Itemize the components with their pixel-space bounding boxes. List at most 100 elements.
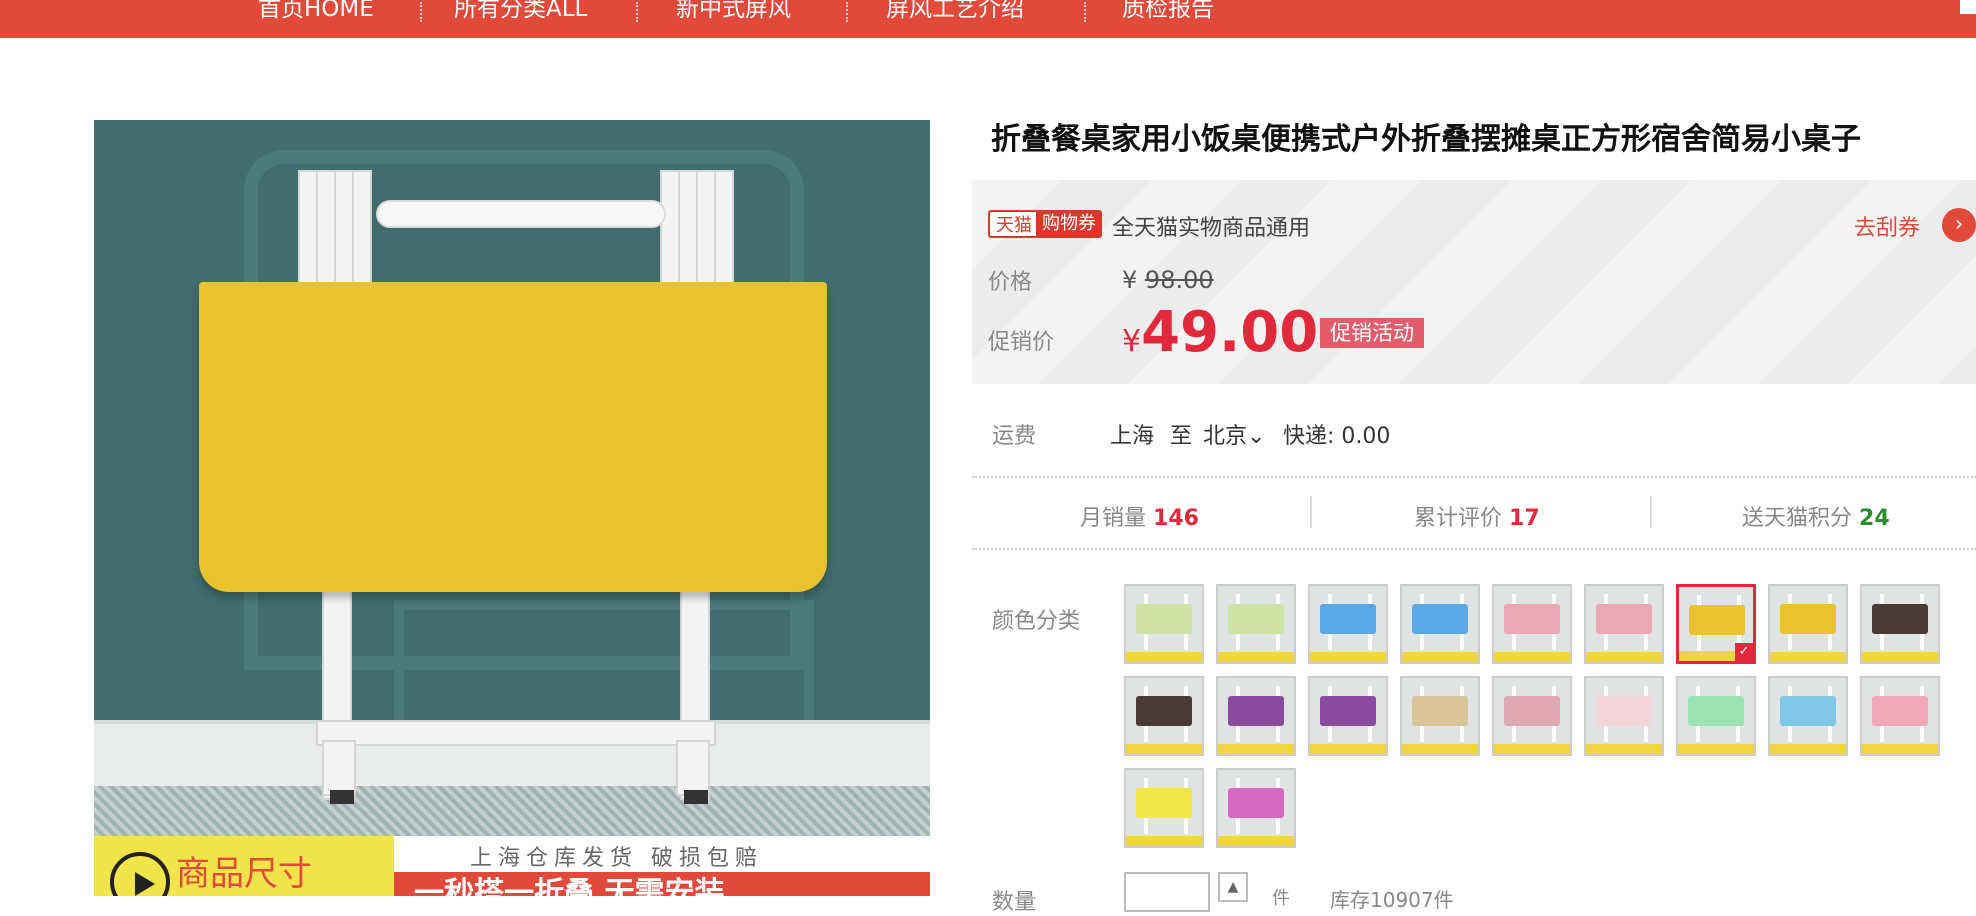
color-swatch[interactable] <box>1584 584 1664 664</box>
nav-item-all[interactable]: 所有分类ALL <box>454 0 587 28</box>
chevron-up-icon[interactable]: ▲ <box>1218 872 1248 902</box>
promo-tag[interactable]: 促销活动 <box>1320 318 1424 348</box>
shipping-destination-select[interactable]: 北京⌄ <box>1203 418 1265 450</box>
swatch-label-strip <box>1310 744 1386 754</box>
swatch-label-strip <box>1862 652 1938 662</box>
nav-item-report[interactable]: 质检报告 <box>1122 0 1214 28</box>
coupon-description: 全天猫实物商品通用 <box>1112 216 1311 241</box>
swatch-label-strip <box>1402 652 1478 662</box>
tmall-points-value: 24 <box>1859 506 1890 531</box>
swatch-label-strip <box>1126 744 1202 754</box>
get-coupon-link[interactable]: 去刮券 <box>1854 210 1920 242</box>
nav-item-new-chinese[interactable]: 新中式屏风 <box>676 0 791 28</box>
color-swatch[interactable] <box>1400 676 1480 756</box>
swatch-table-top <box>1689 605 1745 635</box>
promo-price-value: 49.00 <box>1141 300 1319 365</box>
color-swatch[interactable] <box>1860 584 1940 664</box>
nav-separator <box>1084 2 1086 22</box>
review-count[interactable]: 累计评价 17 <box>1414 500 1540 532</box>
window-edge <box>1960 0 1976 14</box>
swatch-table-top <box>1872 696 1928 726</box>
swatch-table-top <box>1228 604 1284 634</box>
tmall-badge: 天猫 <box>988 210 1040 238</box>
swatch-table-top <box>1596 604 1652 634</box>
coupon-badge: 购物券 <box>1036 210 1102 238</box>
table-top <box>199 282 827 592</box>
color-swatch[interactable] <box>1584 676 1664 756</box>
color-swatch[interactable] <box>1860 676 1940 756</box>
swatch-label-strip <box>1678 744 1754 754</box>
nav-separator <box>420 2 422 22</box>
divider <box>972 548 1976 550</box>
image-carpet <box>94 786 930 840</box>
original-price: ¥ 98.00 <box>1122 266 1214 294</box>
swatch-table-top <box>1228 788 1284 818</box>
promo-price: ¥49.00 <box>1122 300 1318 365</box>
color-swatch[interactable] <box>1124 768 1204 848</box>
swatch-label-strip <box>1586 652 1662 662</box>
image-banner-subtext: 上海仓库发货 破损包赔 <box>470 846 763 871</box>
monthly-sales: 月销量 146 <box>1080 500 1199 532</box>
price-panel: 天猫 购物券 全天猫实物商品通用 去刮券 › 价格 ¥ 98.00 促销价 ¥4… <box>972 180 1976 384</box>
swatch-label-strip <box>1770 744 1846 754</box>
play-video-icon[interactable] <box>110 852 170 896</box>
selected-check-icon: ✓ <box>1735 643 1753 661</box>
color-swatch[interactable] <box>1492 584 1572 664</box>
image-banner-left: 商品尺寸 <box>94 836 394 896</box>
color-swatch[interactable] <box>1308 584 1388 664</box>
image-wall-panel <box>394 600 814 740</box>
color-swatch[interactable] <box>1676 676 1756 756</box>
nav-item-craft[interactable]: 屏风工艺介绍 <box>886 0 1024 28</box>
table-foot-bracket <box>322 740 356 796</box>
swatch-table-top <box>1412 696 1468 726</box>
table-foot-bracket <box>676 740 710 796</box>
color-swatch[interactable] <box>1216 676 1296 756</box>
promo-price-label: 促销价 <box>988 330 1055 355</box>
monthly-sales-label: 月销量 <box>1080 506 1147 531</box>
price-label: 价格 <box>988 270 1033 295</box>
chevron-right-icon[interactable]: › <box>1942 208 1976 242</box>
color-swatch[interactable] <box>1400 584 1480 664</box>
quantity-input[interactable] <box>1124 872 1210 912</box>
table-foot <box>684 790 708 804</box>
color-swatch[interactable] <box>1768 676 1848 756</box>
color-swatch[interactable]: ✓ <box>1676 584 1756 664</box>
color-swatch[interactable] <box>1216 584 1296 664</box>
shipping-to-word: 至 <box>1170 424 1193 449</box>
product-title: 折叠餐桌家用小饭桌便携式户外折叠摆摊桌正方形宿舍简易小桌子 <box>991 122 1861 157</box>
stat-separator <box>1650 496 1652 528</box>
top-nav: 首页HOME 所有分类ALL 新中式屏风 屏风工艺介绍 质检报告 <box>0 0 1976 38</box>
swatch-label-strip <box>1402 744 1478 754</box>
swatch-label-strip <box>1218 836 1294 846</box>
swatch-label-strip <box>1218 744 1294 754</box>
swatch-table-top <box>1320 604 1376 634</box>
swatch-table-top <box>1412 604 1468 634</box>
shipping-from: 上海 <box>1110 424 1155 449</box>
image-banner-size-text: 商品尺寸 <box>176 854 312 894</box>
review-count-label: 累计评价 <box>1414 506 1503 531</box>
currency-symbol: ¥ <box>1122 324 1142 359</box>
color-swatch[interactable] <box>1492 676 1572 756</box>
quantity-label: 数量 <box>992 890 1037 915</box>
color-swatch[interactable] <box>1768 584 1848 664</box>
nav-separator <box>846 2 848 22</box>
swatch-label-strip <box>1126 836 1202 846</box>
product-main-image[interactable]: 商品尺寸 上海仓库发货 破损包赔 一秒搭一折叠 无需安装 <box>94 120 930 896</box>
swatch-table-top <box>1872 604 1928 634</box>
image-banner-right: 上海仓库发货 破损包赔 一秒搭一折叠 无需安装 <box>394 836 930 896</box>
nav-item-home[interactable]: 首页HOME <box>258 0 374 28</box>
chevron-down-icon: ⌄ <box>1247 424 1266 449</box>
review-count-value: 17 <box>1509 506 1540 531</box>
swatch-label-strip <box>1494 744 1570 754</box>
swatch-table-top <box>1228 696 1284 726</box>
color-swatch[interactable] <box>1124 584 1204 664</box>
table-foot <box>330 790 354 804</box>
table-crossbar <box>316 720 716 746</box>
color-swatch[interactable] <box>1308 676 1388 756</box>
color-category-label: 颜色分类 <box>992 609 1081 634</box>
tmall-points: 送天猫积分 24 <box>1742 500 1890 532</box>
swatch-label-strip <box>1310 652 1386 662</box>
color-swatch[interactable] <box>1216 768 1296 848</box>
color-swatch[interactable] <box>1124 676 1204 756</box>
image-banner-red-text: 一秒搭一折叠 无需安装 <box>394 872 930 896</box>
